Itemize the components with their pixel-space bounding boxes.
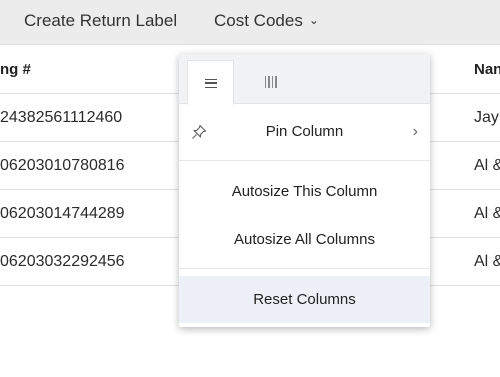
tab-columns[interactable] [247,60,294,104]
name-cell: Al & [474,157,500,174]
autosize-all-columns-item[interactable]: Autosize All Columns [179,224,430,256]
header-tracking[interactable]: ng # [0,46,178,93]
tracking-cell: 06203032292456 [0,253,125,270]
name-cell: Al & [474,253,500,270]
autosize-all-label: Autosize All Columns [234,231,375,248]
menu-separator [179,160,430,161]
column-menu: Pin Column › Autosize This Column Autosi… [179,54,430,327]
header-name[interactable]: Nan [474,46,500,93]
autosize-this-label: Autosize This Column [231,183,378,200]
chevron-right-icon: › [412,123,418,140]
tracking-cell: 24382561112460 [0,109,123,126]
reset-columns-label: Reset Columns [253,291,356,308]
cost-codes-dropdown[interactable]: Cost Codes ⌄ [214,11,319,31]
tab-general[interactable] [187,60,234,105]
cost-codes-text: Cost Codes [214,11,303,30]
tracking-cell: 06203014744289 [0,205,125,222]
toolbar: Create Return Label Cost Codes ⌄ [0,0,500,45]
menu-separator [179,268,430,269]
reset-columns-item[interactable]: Reset Columns [179,276,430,323]
column-menu-tabs [179,54,430,105]
autosize-this-column-item[interactable]: Autosize This Column [179,176,430,208]
tracking-cell: 06203010780816 [0,157,125,174]
name-cell: Al & [474,205,500,222]
columns-icon [264,76,277,88]
name-cell: Jay [474,109,499,126]
pin-column-item[interactable]: Pin Column › [179,112,430,152]
chevron-down-icon: ⌄ [308,13,319,27]
create-return-label-text: Create Return Label [24,11,178,30]
pin-icon [192,124,207,139]
pin-column-label: Pin Column [265,123,344,140]
menu-icon [204,78,217,88]
create-return-label-button[interactable]: Create Return Label [24,11,177,31]
